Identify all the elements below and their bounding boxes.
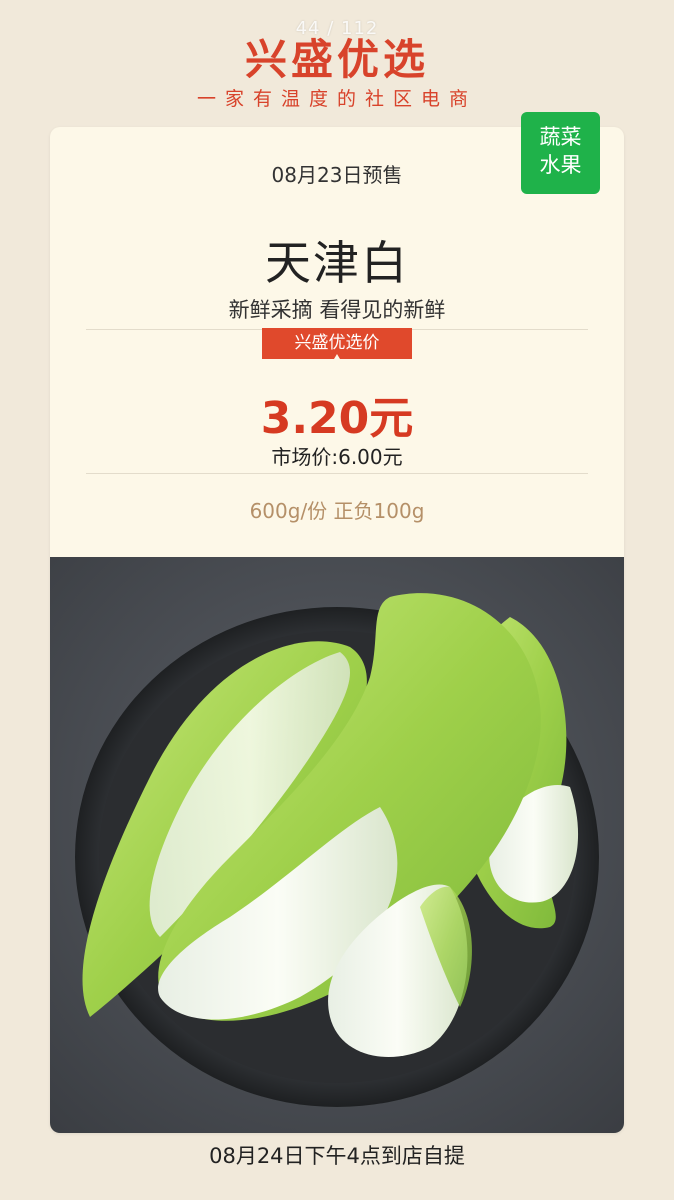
brand-slogan: 一家有温度的社区电商 bbox=[196, 88, 477, 110]
product-poster: 兴盛优选 44 / 112 一家有温度的社区电商 08月23日预售 天津白 新鲜… bbox=[0, 0, 674, 1200]
product-spec: 600g/份 正负100g bbox=[249, 499, 425, 523]
product-photo bbox=[50, 557, 624, 1133]
market-price: 市场价:6.00元 bbox=[271, 445, 403, 469]
product-name: 天津白 bbox=[265, 236, 409, 290]
page-counter: 44 / 112 bbox=[295, 18, 379, 39]
category-badge[interactable]: 蔬菜 水果 bbox=[521, 112, 600, 194]
price-tag-ribbon: 兴盛优选价 bbox=[262, 328, 412, 359]
sale-price: 3.20元 bbox=[260, 393, 414, 444]
product-tagline: 新鲜采摘 看得见的新鲜 bbox=[228, 298, 446, 322]
category-line1: 蔬菜 bbox=[539, 125, 582, 149]
product-card[interactable]: 08月23日预售 天津白 新鲜采摘 看得见的新鲜 兴盛优选价 3.20元 市场价… bbox=[50, 127, 624, 1133]
divider bbox=[86, 473, 588, 474]
pickup-info: 08月24日下午4点到店自提 bbox=[209, 1144, 465, 1168]
category-line2: 水果 bbox=[539, 153, 582, 177]
